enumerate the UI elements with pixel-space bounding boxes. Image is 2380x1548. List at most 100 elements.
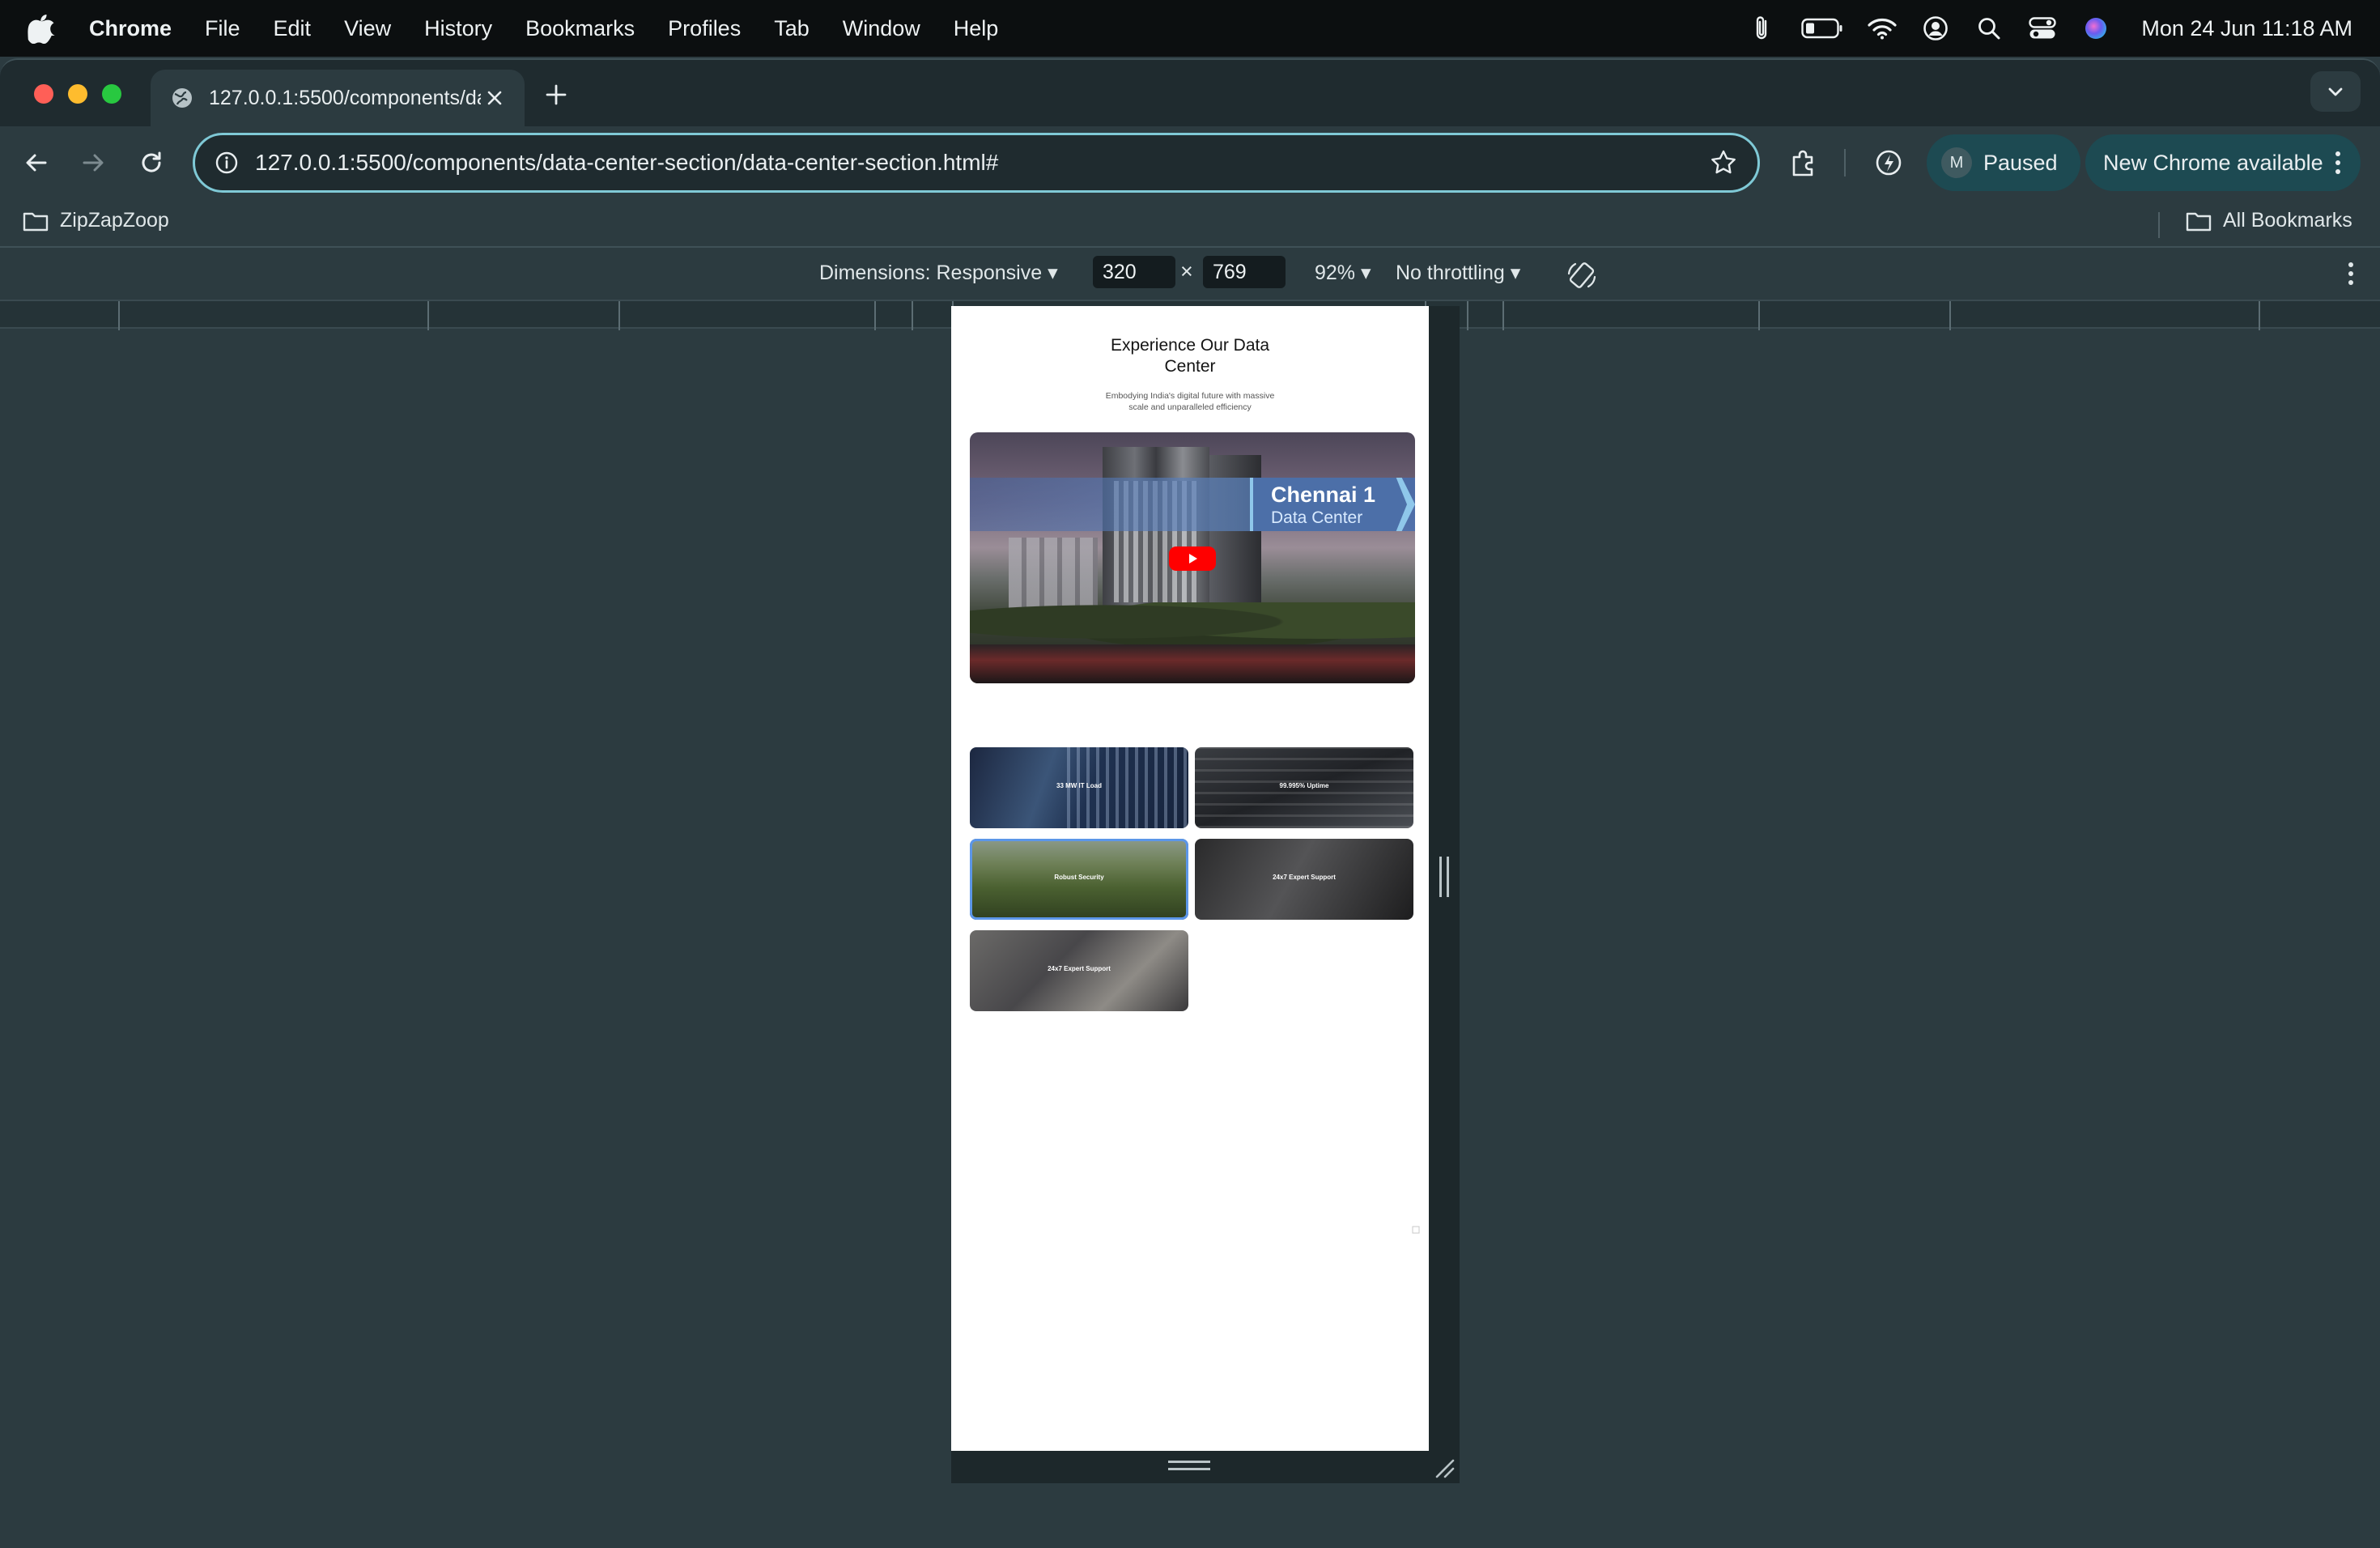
macos-menu-bar: Chrome File Edit View History Bookmarks … [0, 0, 2380, 57]
feature-card-support[interactable]: 24x7 Expert Support [1195, 839, 1413, 920]
browser-toolbar: 127.0.0.1:5500/components/data-center-se… [0, 126, 2380, 199]
menu-help[interactable]: Help [954, 16, 999, 41]
throttling-select[interactable]: No throttling ▾ [1396, 261, 1520, 285]
address-bar[interactable]: 127.0.0.1:5500/components/data-center-se… [193, 133, 1760, 193]
update-chrome-button[interactable]: New Chrome available [2085, 134, 2361, 191]
tab-search-button[interactable] [2310, 71, 2361, 112]
profile-button[interactable]: M Paused [1927, 134, 2080, 191]
reload-icon [142, 151, 161, 172]
site-info-icon[interactable] [215, 151, 239, 175]
page-subtitle: Embodying India's digital future with ma… [951, 390, 1429, 413]
url-text[interactable]: 127.0.0.1:5500/components/data-center-se… [255, 150, 998, 176]
extensions-puzzle-icon[interactable] [1787, 146, 1821, 180]
dimensions-select[interactable]: Dimensions: Responsive ▾ [819, 261, 1058, 285]
page-title-line-1: Experience Our Data [1110, 336, 1270, 355]
dimension-separator: × [1180, 259, 1193, 283]
menu-app-name[interactable]: Chrome [89, 16, 172, 41]
menu-profiles[interactable]: Profiles [668, 16, 741, 41]
bookmarks-bar: ZipZapZoop All Bookmarks [0, 199, 2380, 248]
paperclip-icon[interactable] [1746, 12, 1779, 45]
menu-tab[interactable]: Tab [774, 16, 810, 41]
zoom-select[interactable]: 92% ▾ [1315, 261, 1371, 285]
toolbar-divider [1844, 149, 1846, 176]
all-bookmarks-label: All Bookmarks [2223, 209, 2352, 232]
device-toolbar-more-icon[interactable] [2346, 259, 2356, 288]
page-subtitle-line-2: scale and unparalleled efficiency [1128, 402, 1252, 412]
reload-button[interactable] [133, 144, 170, 181]
chevron-down-icon [2328, 87, 2343, 96]
globe-icon [172, 88, 192, 108]
folder-icon [2186, 212, 2212, 231]
spotlight-search-icon[interactable] [1973, 12, 2005, 45]
arrow-right-icon [83, 154, 104, 172]
bookmark-folder-label: ZipZapZoop [60, 209, 169, 232]
feature-card-support-2[interactable]: 24x7 Expert Support [970, 930, 1188, 1011]
profile-status: Paused [1983, 150, 2058, 175]
menu-view[interactable]: View [344, 16, 391, 41]
update-label: New Chrome available [2103, 150, 2323, 175]
avatar: M [1941, 147, 1972, 178]
new-tab-icon[interactable] [542, 81, 570, 108]
page-title-line-2: Center [1164, 357, 1216, 376]
tab-strip: 127.0.0.1:5500/components/data-center-se… [0, 60, 2380, 126]
menu-bookmarks[interactable]: Bookmarks [525, 16, 635, 41]
bookmarks-divider [2158, 212, 2160, 238]
feature-card-it-load[interactable]: 33 MW IT Load [970, 747, 1188, 828]
hero-title: Chennai 1 [1271, 483, 1376, 507]
more-vert-icon [2335, 151, 2340, 174]
window-controls [34, 84, 121, 104]
bookmark-folder-zipzapzoop[interactable]: ZipZapZoop [23, 209, 169, 232]
feature-card-label: 24x7 Expert Support [1048, 965, 1111, 972]
menu-file[interactable]: File [205, 16, 240, 41]
page-subtitle-line-1: Embodying India's digital future with ma… [1105, 391, 1275, 401]
battery-icon[interactable] [1800, 12, 1845, 45]
apple-icon[interactable] [28, 13, 55, 44]
play-button[interactable] [1169, 546, 1216, 571]
hero-trees [970, 602, 1415, 651]
hero-silos [1009, 538, 1098, 610]
resize-grip-vertical [1439, 857, 1449, 897]
menu-window[interactable]: Window [843, 16, 920, 41]
zoom-window-button[interactable] [102, 84, 121, 104]
forward-button[interactable] [74, 144, 112, 181]
page-title: Experience Our Data Center [951, 335, 1429, 377]
arrow-left-icon [26, 154, 47, 172]
bookmark-star-icon[interactable] [1709, 148, 1738, 177]
feature-card-label: Robust Security [1054, 874, 1104, 881]
feature-card-label: 33 MW IT Load [1056, 782, 1102, 789]
play-icon [1189, 554, 1197, 563]
device-toolbar: Dimensions: Responsive ▾ 320 × 769 92% ▾… [0, 248, 2380, 300]
resize-corner-icon[interactable] [1432, 1456, 1455, 1478]
performance-icon[interactable] [1872, 146, 1906, 180]
feature-card-security[interactable]: Robust Security [970, 839, 1188, 920]
menu-edit[interactable]: Edit [274, 16, 312, 41]
hero-video-thumbnail[interactable]: Chennai 1 Data Center [970, 432, 1415, 683]
menubar-clock[interactable]: Mon 24 Jun 11:18 AM [2141, 16, 2352, 41]
siri-icon[interactable] [2080, 12, 2112, 45]
wifi-icon[interactable] [1866, 12, 1898, 45]
feature-card-label: 24x7 Expert Support [1273, 874, 1336, 881]
device-height-input[interactable]: 769 [1203, 256, 1286, 288]
feature-card-label: 99.995% Uptime [1279, 782, 1329, 789]
user-account-icon[interactable] [1919, 12, 1952, 45]
hero-subtitle: Data Center [1271, 508, 1363, 527]
all-bookmarks-button[interactable]: All Bookmarks [2186, 209, 2352, 232]
feature-card-uptime[interactable]: 99.995% Uptime [1195, 747, 1413, 828]
close-window-button[interactable] [34, 84, 53, 104]
menu-history[interactable]: History [424, 16, 492, 41]
close-tab-icon[interactable] [484, 87, 505, 108]
tab-title: 127.0.0.1:5500/components/data-center-se… [209, 86, 481, 109]
resize-handle-right[interactable] [1429, 306, 1460, 1451]
control-center-icon[interactable] [2026, 12, 2059, 45]
device-width-input[interactable]: 320 [1093, 256, 1175, 288]
emulated-viewport: Experience Our Data Center Embodying Ind… [951, 306, 1429, 1451]
minimize-window-button[interactable] [68, 84, 87, 104]
resize-handle-bottom[interactable] [951, 1451, 1460, 1483]
scroll-anchor-icon [1412, 1226, 1420, 1234]
rotate-device-icon[interactable] [1566, 259, 1598, 291]
tab-active[interactable]: 127.0.0.1:5500/components/data-center-se… [151, 70, 525, 126]
folder-icon [23, 212, 49, 231]
hero-road [970, 644, 1415, 683]
resize-grip-horizontal [1168, 1461, 1210, 1470]
back-button[interactable] [18, 144, 55, 181]
